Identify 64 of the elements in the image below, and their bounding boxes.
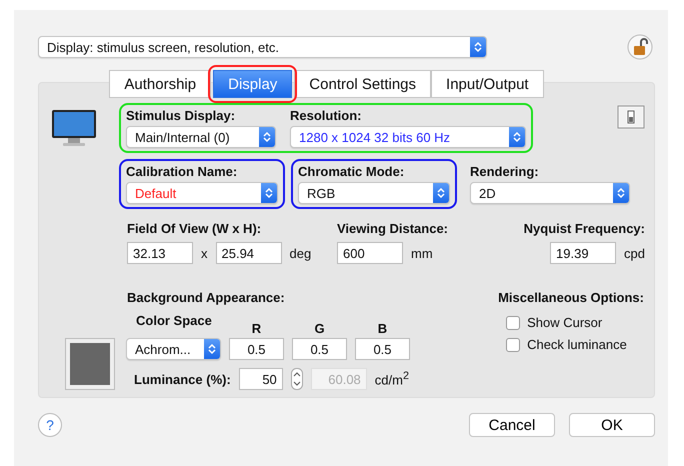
dialog-button[interactable]: Cancel (469, 413, 555, 437)
selected-value: RGB (307, 186, 336, 200)
section-heading: Background Appearance: (127, 290, 286, 305)
field-label: Luminance (%): (134, 372, 231, 386)
frequency-field[interactable]: 19.39 (550, 242, 616, 264)
dropdown[interactable]: 2D (470, 182, 630, 204)
luminance-readout: 60.08 (310, 368, 367, 390)
dropdown[interactable]: 1280 x 1024 32 bits 60 Hz (290, 126, 526, 148)
channel-label: G (314, 321, 325, 336)
dropdown-arrows-icon (613, 183, 629, 203)
unit-text: mm (411, 246, 433, 260)
field-label: Stimulus Display: (126, 108, 236, 123)
field-label: Field Of View (W x H): (127, 221, 262, 236)
unit-text: cd/m$^{2}$ (374, 370, 409, 388)
stepper-icon[interactable] (290, 368, 303, 390)
field-label: Rendering: (470, 164, 540, 179)
field-label: Color Space (135, 313, 213, 328)
checkbox-label: Check luminance (527, 337, 627, 352)
channel-label: B (378, 321, 388, 336)
padlock-icon[interactable] (627, 34, 653, 60)
channel-field[interactable]: 0.5 (355, 338, 410, 360)
channel-label: R (252, 321, 262, 336)
separator-text: x (201, 246, 208, 260)
help-button[interactable]: ? (38, 413, 62, 437)
field-label: Nyquist Frequency: (524, 221, 645, 236)
dropdown-arrows-icon (204, 339, 220, 359)
dropdown-arrows-icon (433, 183, 449, 203)
unit-text: deg (290, 246, 312, 260)
dropdown[interactable]: Default (126, 182, 278, 204)
selected-value: Default (135, 186, 176, 200)
tab[interactable]: Authorship (109, 70, 212, 98)
dropdown-arrows-icon (259, 127, 275, 147)
channel-field[interactable]: 0.5 (292, 338, 347, 360)
dropdown-arrows-icon (509, 127, 525, 147)
width-field[interactable]: 32.13 (127, 242, 193, 264)
field-label: Calibration Name: (126, 164, 238, 179)
checkbox[interactable] (506, 338, 520, 352)
monitor-icon (51, 109, 97, 147)
unit-text: cpd (624, 246, 645, 260)
channel-field[interactable]: 0.5 (229, 338, 284, 360)
dropdown-arrows-icon (261, 183, 277, 203)
distance-field[interactable]: 600 (337, 242, 403, 264)
tab[interactable]: Input/Output (431, 70, 544, 98)
switch-icon[interactable] (617, 105, 645, 129)
tab[interactable]: Control Settings (294, 70, 432, 98)
field-label: Viewing Distance: (337, 221, 450, 236)
selected-value: 1280 x 1024 32 bits 60 Hz (299, 130, 450, 144)
selected-value: Main/Internal (0) (135, 130, 230, 144)
dialog-button[interactable]: OK (569, 413, 655, 437)
field-label: Chromatic Mode: (298, 164, 406, 179)
dropdown[interactable]: Main/Internal (0) (126, 126, 276, 148)
section-dropdown[interactable]: Display: stimulus screen, resolution, etc. (38, 36, 487, 58)
tab[interactable]: Display (213, 70, 292, 98)
checkbox[interactable] (506, 316, 520, 330)
section-heading: Miscellaneous Options: (498, 290, 644, 305)
luminance-field[interactable]: 50 (238, 368, 283, 390)
height-field[interactable]: 25.94 (216, 242, 282, 264)
color-swatch (65, 338, 115, 390)
selected-value: 2D (479, 186, 496, 200)
dropdown[interactable]: Achrom... (126, 338, 221, 360)
dropdown[interactable]: RGB (298, 182, 450, 204)
checkbox-label: Show Cursor (527, 315, 602, 330)
field-label: Resolution: (290, 108, 362, 123)
dropdown-arrows-icon (470, 37, 486, 57)
